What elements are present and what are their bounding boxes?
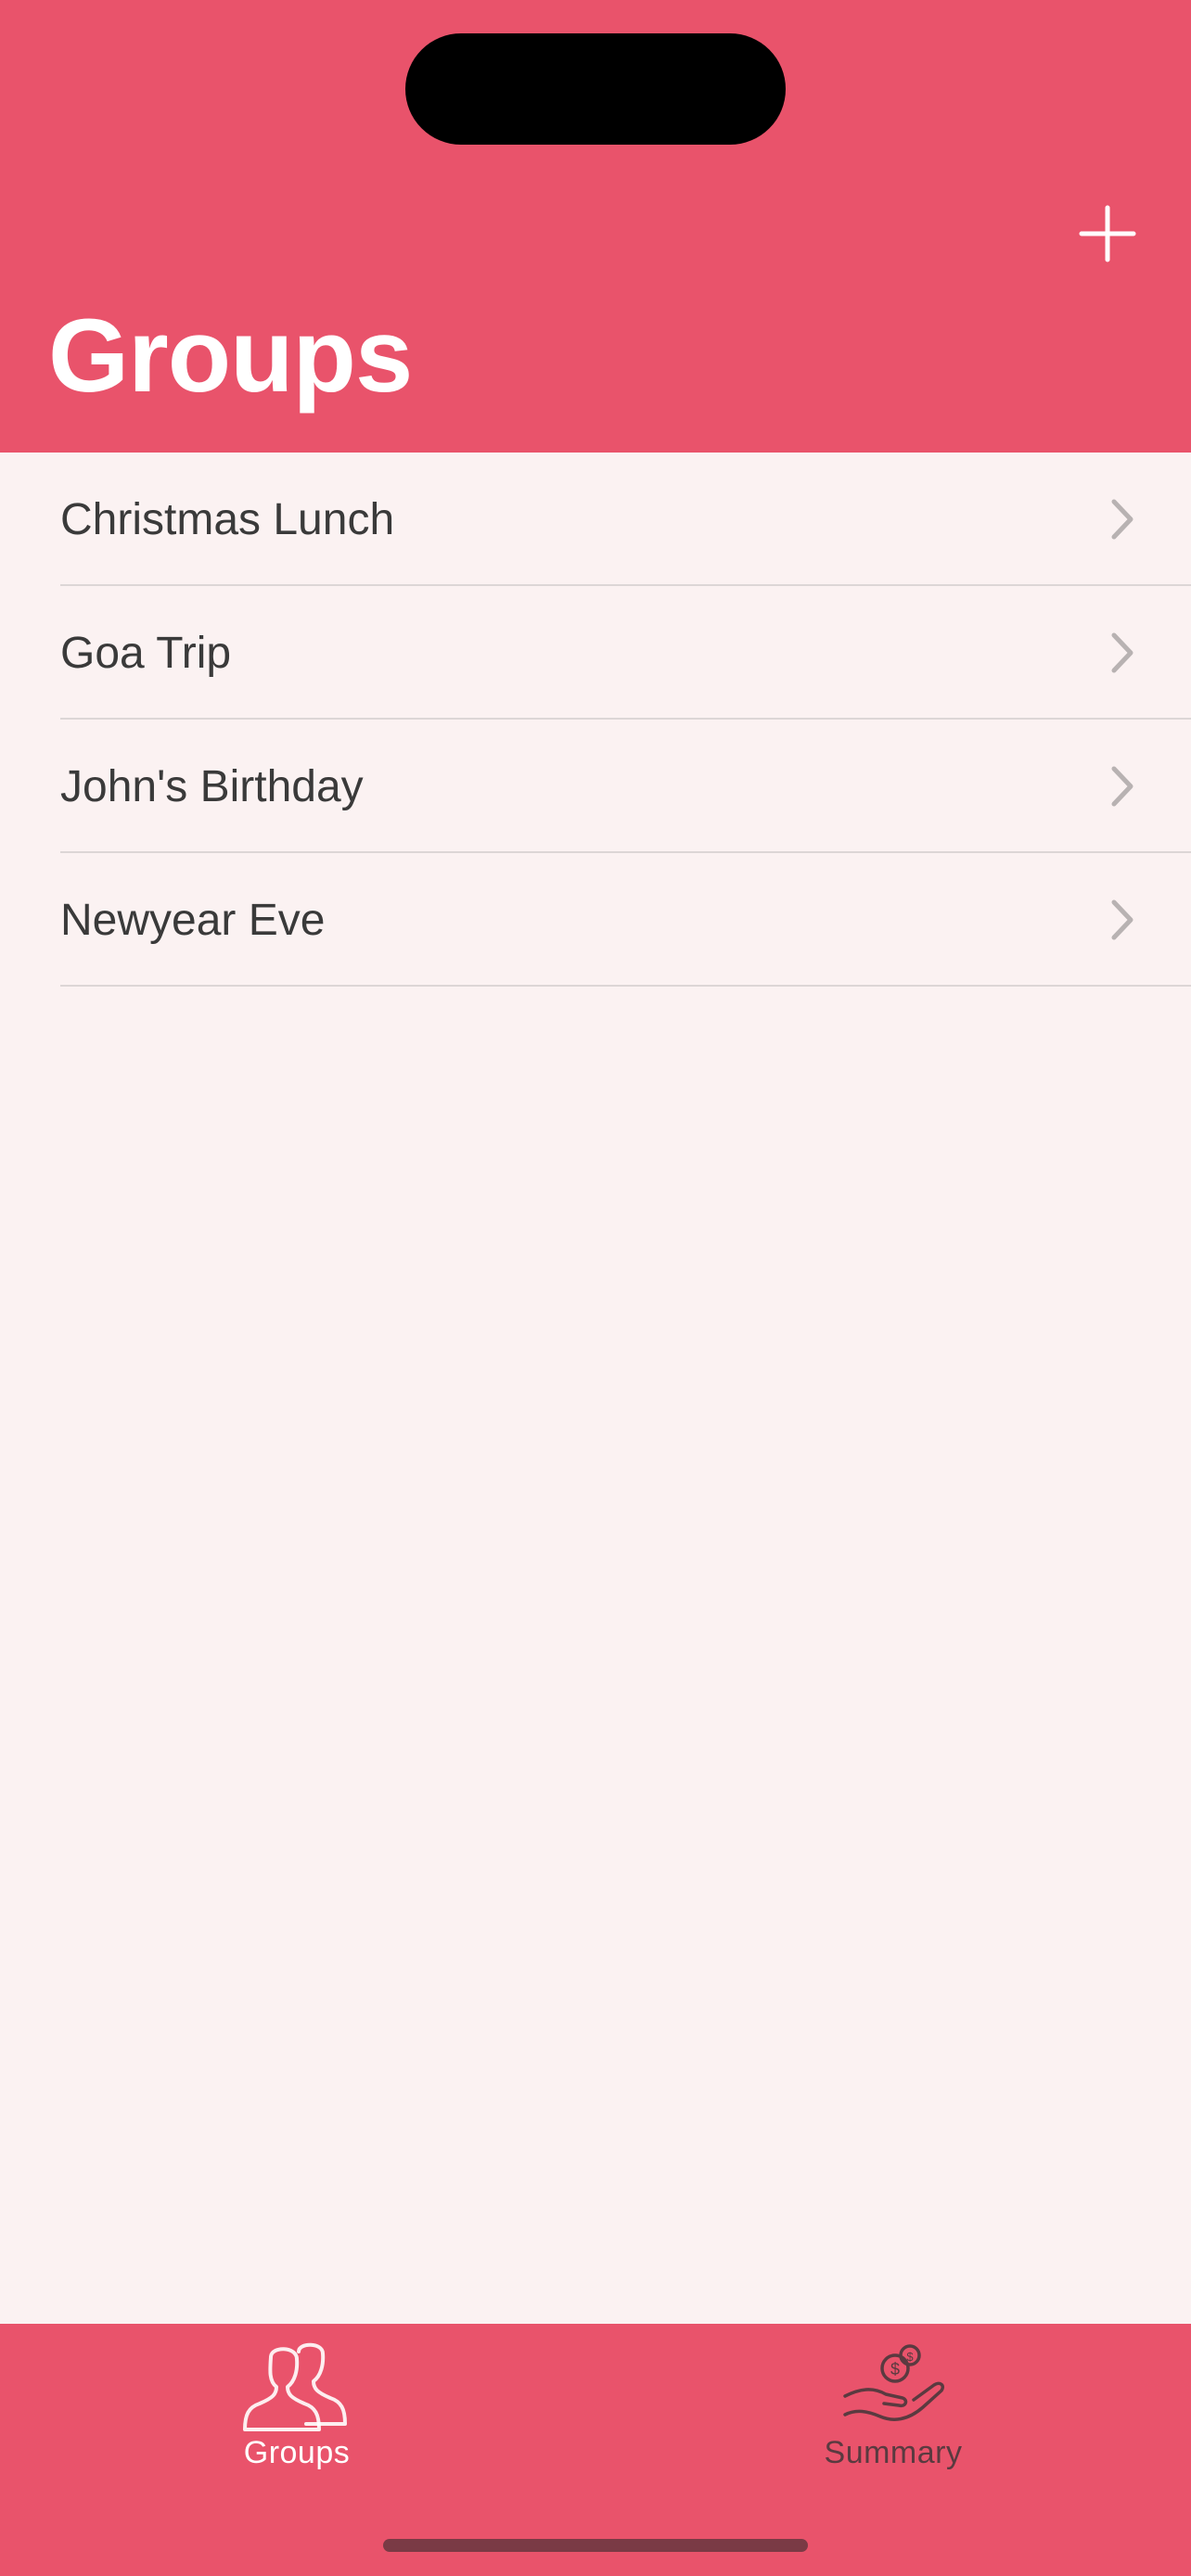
list-item[interactable]: Newyear Eve (0, 853, 1191, 987)
chevron-right-icon (1111, 899, 1133, 940)
svg-text:$: $ (906, 2350, 914, 2364)
list-item-label: Goa Trip (60, 628, 232, 678)
plus-icon (1079, 205, 1136, 262)
chevron-right-icon (1111, 766, 1133, 807)
tab-bar: Groups $ $ Summary (0, 2324, 1191, 2576)
page-title: Groups (48, 298, 413, 414)
people-icon (243, 2342, 347, 2431)
home-indicator[interactable] (383, 2539, 808, 2552)
list-item-label: John's Birthday (60, 761, 364, 811)
tab-label: Groups (243, 2435, 351, 2470)
hand-coins-icon: $ $ (843, 2344, 945, 2421)
tab-summary[interactable]: $ $ Summary (708, 2324, 1079, 2481)
list-item[interactable]: Christmas Lunch (0, 453, 1191, 586)
tab-label: Summary (824, 2435, 963, 2470)
groups-list: Christmas Lunch Goa Trip John's Birthday… (0, 453, 1191, 987)
navigation-header: Groups (0, 0, 1191, 453)
tab-groups[interactable]: Groups (111, 2324, 482, 2481)
chevron-right-icon (1111, 632, 1133, 673)
svg-text:$: $ (890, 2360, 900, 2378)
list-item[interactable]: Goa Trip (0, 586, 1191, 720)
chevron-right-icon (1111, 499, 1133, 540)
dynamic-island (405, 33, 786, 145)
screen: Groups Christmas Lunch Goa Trip John's B… (0, 0, 1191, 2576)
list-item[interactable]: John's Birthday (0, 720, 1191, 853)
list-item-label: Newyear Eve (60, 895, 326, 945)
list-item-label: Christmas Lunch (60, 494, 395, 544)
add-group-button[interactable] (1067, 193, 1148, 274)
